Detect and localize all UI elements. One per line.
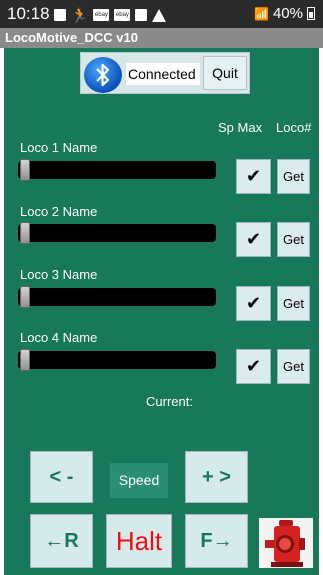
loco-4-label: Loco 4 Name — [20, 330, 98, 345]
slider-thumb[interactable] — [20, 159, 30, 181]
connection-panel: Connected Quit — [80, 52, 250, 94]
main-panel: Connected Quit Sp Max Loco# Loco 1 Name … — [4, 48, 319, 575]
status-right: 📶 40% — [254, 5, 315, 22]
battery-percent: 40% — [272, 5, 303, 22]
loco-1-speed-slider[interactable] — [18, 159, 216, 181]
forward-button[interactable]: F→ — [185, 514, 248, 568]
battery-icon — [307, 7, 315, 20]
loco-1-get-button[interactable]: Get — [277, 159, 310, 194]
loco-4-spmax-button[interactable]: ✔ — [236, 349, 271, 384]
loco-4-speed-slider[interactable] — [18, 349, 216, 371]
slider-thumb[interactable] — [20, 349, 30, 371]
loco-2-spmax-button[interactable]: ✔ — [236, 222, 271, 257]
loco-2-speed-slider[interactable] — [18, 222, 216, 244]
sp-max-header: Sp Max — [218, 120, 263, 135]
status-bar: 10:18 🏃 ebay ebay 📶 40% — [0, 0, 323, 28]
reverse-button[interactable]: ←R — [30, 514, 93, 568]
activity-icon: 🏃 — [71, 7, 89, 23]
loco-3-speed-slider[interactable] — [18, 286, 216, 308]
ebay-icon: ebay — [93, 9, 110, 21]
loco-1-label: Loco 1 Name — [20, 140, 98, 155]
loco-3-label: Loco 3 Name — [20, 267, 98, 282]
loco-3-get-button[interactable]: Get — [277, 286, 310, 321]
loco-3-spmax-button[interactable]: ✔ — [236, 286, 271, 321]
notification-icons: 🏃 ebay ebay — [54, 7, 167, 23]
warning-icon — [152, 8, 167, 22]
loco-2-get-button[interactable]: Get — [277, 222, 310, 257]
lamp-icon[interactable] — [259, 518, 313, 568]
loco-4-get-button[interactable]: Get — [277, 349, 310, 384]
current-label: Current: — [146, 394, 193, 409]
wifi-icon: 📶 — [254, 6, 269, 21]
speed-down-button[interactable]: < - — [30, 451, 93, 503]
halt-button[interactable]: Halt — [106, 514, 172, 568]
loco-1-spmax-button[interactable]: ✔ — [236, 159, 271, 194]
status-time: 10:18 — [7, 4, 50, 23]
loco-2-label: Loco 2 Name — [20, 204, 98, 219]
slider-thumb[interactable] — [20, 222, 30, 244]
loco-number-header: Loco# — [276, 120, 312, 135]
speed-display: Speed — [110, 463, 168, 498]
bluetooth-icon[interactable] — [84, 57, 122, 93]
slider-thumb[interactable] — [20, 286, 30, 308]
ebay-icon-2: ebay — [114, 9, 131, 21]
connection-status: Connected — [126, 63, 200, 85]
media-icon — [135, 9, 148, 21]
app-title: LocoMotive_DCC v10 — [0, 28, 323, 48]
message-icon — [54, 9, 66, 21]
speed-up-button[interactable]: + > — [185, 451, 248, 503]
quit-button[interactable]: Quit — [203, 56, 247, 90]
